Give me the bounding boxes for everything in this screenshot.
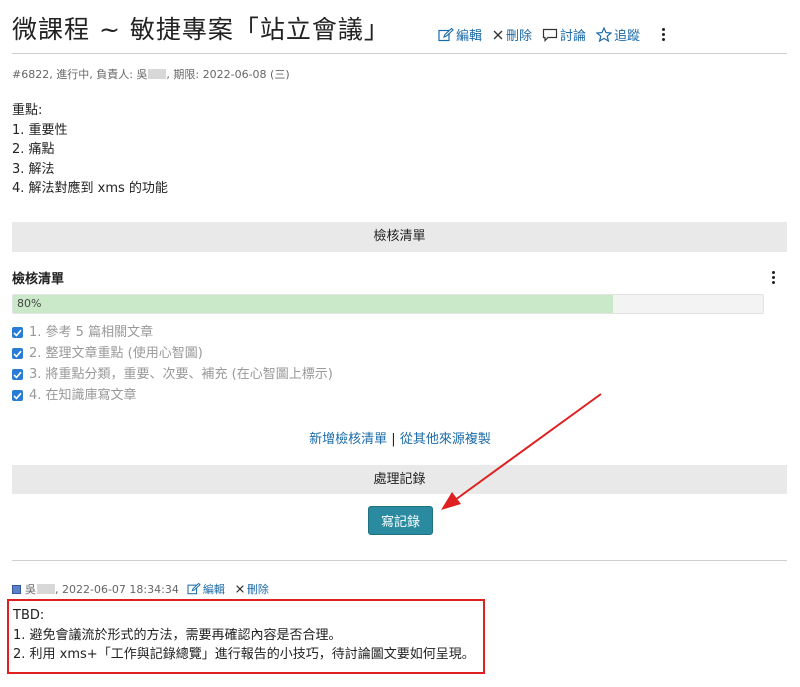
check-icon (13, 350, 22, 358)
write-record-button[interactable]: 寫記錄 (368, 506, 433, 535)
task-description: 重點: 1. 重要性 2. 痛點 3. 解法 4. 解法對應到 xms 的功能 (12, 101, 168, 199)
meta-prefix: #6822, 進行中, 負責人: 吳 (12, 68, 148, 81)
description-item: 2. 痛點 (12, 142, 55, 157)
checklist-more-icon[interactable] (768, 269, 779, 286)
checklist-section-header: 檢核清單 (12, 222, 787, 252)
checklist-progress-bar: 80% (12, 294, 764, 314)
description-heading: 重點: (12, 103, 43, 118)
copy-from-source-link[interactable]: 從其他來源複製 (400, 432, 491, 447)
description-item: 1. 重要性 (12, 122, 68, 138)
discuss-button[interactable]: 討論 (542, 25, 586, 44)
log-timestamp: , 2022-06-07 18:34:34 (55, 582, 179, 596)
checkbox-checked[interactable] (12, 390, 23, 401)
description-item: 3. 解法 (12, 161, 55, 177)
checklist-item-label: 3. 將重點分類，重要、次要、補充 (在心智圖上標示) (29, 367, 333, 382)
edit-icon (187, 583, 201, 595)
log-delete-label: 刪除 (246, 583, 269, 596)
log-edit-label: 編輯 (202, 583, 225, 596)
log-content: TBD: 1. 避免會議流於形式的方法，需要再確認內容是否合理。 2. 利用 x… (13, 606, 475, 665)
checklist-item-label: 2. 整理文章重點 (使用心智圖) (29, 346, 203, 361)
check-icon (13, 371, 22, 379)
task-meta: #6822, 進行中, 負責人: 吳 , 期限: 2022-06-08 (三) (12, 66, 290, 82)
edit-button[interactable]: 編輯 (438, 25, 482, 44)
log-author: 吳 (25, 583, 36, 596)
progress-text: 80% (17, 297, 42, 310)
divider (12, 560, 787, 561)
follow-label: 追蹤 (614, 29, 641, 44)
description-item: 4. 解法對應到 xms 的功能 (12, 181, 168, 196)
delete-button[interactable]: 刪除 (492, 25, 532, 44)
checklist-item[interactable]: 3. 將重點分類，重要、次要、補充 (在心智圖上標示) (12, 364, 333, 385)
checkbox-checked[interactable] (12, 348, 23, 359)
checklist-title: 檢核清單 (12, 272, 65, 287)
check-icon (13, 329, 22, 337)
discuss-label: 討論 (560, 29, 587, 44)
checklist-item[interactable]: 2. 整理文章重點 (使用心智圖) (12, 343, 333, 364)
comment-icon (542, 28, 558, 42)
close-icon (493, 30, 503, 39)
log-line: 2. 利用 xms+「工作與記錄總覽」進行報告的小技巧，待討論圖文要如何呈現。 (13, 647, 475, 662)
link-separator: | (391, 432, 396, 447)
redacted-name (37, 584, 55, 594)
title-actions: 編輯 刪除 討論 追蹤 (438, 25, 669, 44)
log-edit-button[interactable]: 編輯 (187, 581, 225, 597)
checklist-item[interactable]: 1. 參考 5 篇相關文章 (12, 322, 333, 343)
checklist-items: 1. 參考 5 篇相關文章 2. 整理文章重點 (使用心智圖) 3. 將重點分類… (12, 322, 333, 406)
check-icon (13, 392, 22, 400)
edit-icon (438, 27, 454, 41)
records-section-header: 處理記錄 (12, 465, 787, 494)
page-title: 微課程 ~ 敏捷專案「站立會議」 (12, 15, 390, 44)
checklist-item[interactable]: 4. 在知識庫寫文章 (12, 385, 333, 406)
checklist-item-label: 1. 參考 5 篇相關文章 (29, 325, 154, 340)
checkbox-checked[interactable] (12, 369, 23, 380)
checkbox-checked[interactable] (12, 327, 23, 338)
edit-label: 編輯 (456, 29, 483, 44)
divider (12, 53, 787, 54)
more-options-icon[interactable] (658, 26, 669, 43)
log-line: 1. 避免會議流於形式的方法，需要再確認內容是否合理。 (13, 627, 342, 643)
log-entry-icon (12, 584, 21, 594)
follow-button[interactable]: 追蹤 (596, 25, 640, 44)
log-meta: 吳 , 2022-06-07 18:34:34 編輯 刪除 (12, 581, 271, 597)
redacted-name (148, 69, 167, 79)
checklist-item-label: 4. 在知識庫寫文章 (29, 388, 137, 403)
checklist-links: 新增檢核清單 | 從其他來源複製 (0, 428, 800, 447)
meta-suffix: , 期限: 2022-06-08 (三) (166, 68, 290, 81)
star-icon (596, 27, 613, 42)
delete-label: 刪除 (506, 29, 533, 44)
close-icon (236, 585, 244, 593)
add-checklist-link[interactable]: 新增檢核清單 (309, 432, 387, 447)
log-delete-button[interactable]: 刪除 (235, 581, 269, 597)
progress-fill: 80% (13, 295, 613, 313)
log-line: TBD: (13, 608, 45, 623)
